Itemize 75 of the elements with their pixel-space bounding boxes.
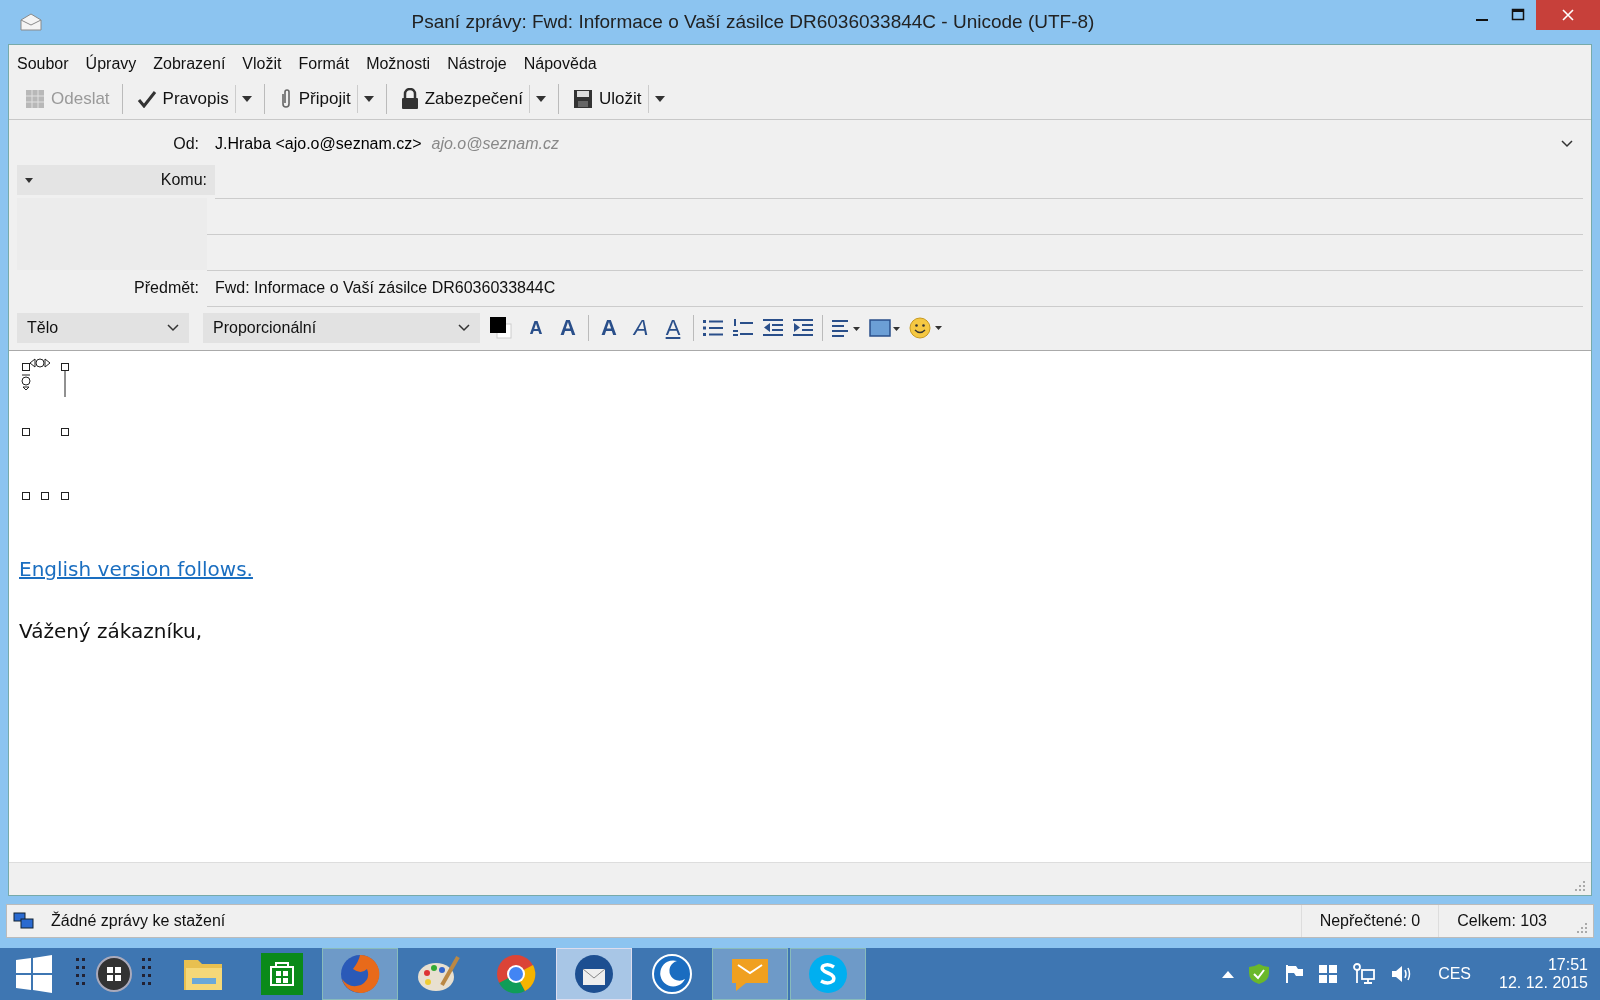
decrease-font-size-button[interactable]: A [524, 317, 548, 339]
envelope-icon [20, 13, 42, 31]
subject-label: Předmět: [134, 279, 199, 297]
subject-field[interactable]: Fwd: Informace o Vaší zásilce DR6036033844C [207, 269, 1583, 307]
chevron-icon [1561, 140, 1573, 148]
clock-time: 17:51 [1547, 956, 1588, 974]
taskbar-button[interactable] [556, 948, 632, 1000]
app-icon [807, 953, 849, 995]
clock-date: 12. 12. 2015 [1499, 974, 1588, 992]
crescent-icon [651, 953, 693, 995]
menu-item[interactable]: Soubor [17, 55, 78, 79]
underline-button[interactable]: A [661, 315, 685, 341]
app-icon [495, 953, 537, 995]
increase-font-size-button[interactable]: A [556, 315, 580, 341]
menu-item[interactable]: Nápověda [523, 55, 606, 79]
status-message: Žádné zprávy ke stažení [51, 912, 227, 930]
image-icon[interactable] [869, 318, 901, 338]
checkmark-icon [136, 90, 157, 108]
chevron-icon [458, 324, 470, 332]
font-dropdown[interactable]: Proporcionální [203, 313, 480, 343]
toolbar-button[interactable]: Připojit [272, 84, 357, 114]
flag-icon[interactable] [1284, 964, 1305, 984]
menu-item[interactable]: Formát [298, 55, 359, 79]
toolbar-button[interactable]: Zabezpečení [394, 84, 529, 114]
toolbar-button[interactable]: Pravopis [130, 85, 235, 113]
network-icon[interactable] [1352, 963, 1377, 985]
resize-grip-icon[interactable] [1577, 923, 1587, 933]
windows-logo-icon[interactable] [14, 954, 54, 994]
close-icon [1561, 8, 1575, 22]
shopping-bag-icon [261, 953, 303, 995]
maximize-icon [1511, 8, 1525, 22]
taskbar-button[interactable] [322, 948, 398, 1000]
menu-item[interactable]: Zobrazení [153, 55, 235, 79]
shield-check-icon[interactable] [1248, 963, 1271, 985]
padlock-icon [400, 88, 419, 110]
recipient-type-button[interactable]: Komu: [17, 165, 215, 195]
caret-icon [25, 177, 33, 183]
english-version-link[interactable]: English version follows. [19, 557, 253, 581]
indent-icon[interactable] [792, 318, 814, 338]
menu-item[interactable]: Úpravy [85, 55, 146, 79]
toolbar-button[interactable]: Uložit [567, 85, 648, 113]
up-arrow-icon[interactable] [1222, 970, 1235, 978]
caret-icon [363, 96, 374, 102]
caret-icon [241, 96, 252, 102]
menu-item[interactable]: Vložit [242, 55, 291, 79]
grid-icon [25, 89, 45, 109]
bullet-list-icon[interactable] [702, 318, 724, 338]
outdent-icon[interactable] [762, 318, 784, 338]
caret-icon [654, 96, 665, 102]
menu-item[interactable]: Nástroje [447, 55, 516, 79]
caret-icon [536, 96, 546, 102]
unread-count: Nepřečtené: 0 [1300, 905, 1439, 937]
chevron-icon [167, 324, 179, 332]
language-indicator[interactable]: CES [1438, 965, 1472, 983]
taskbar-button[interactable] [790, 948, 866, 1000]
message-body[interactable]: English version follows. Vážený zákazníku, [9, 350, 1591, 862]
paragraph-style-dropdown[interactable]: Tělo [17, 313, 189, 343]
app-icon [573, 953, 615, 995]
window-title: Psaní zprávy: Fwd: Informace o Vaší zásilce DR6036033844C - Unicode (UTF-8) [410, 11, 1096, 33]
numbered-list-icon[interactable] [732, 318, 754, 338]
italic-button[interactable]: A [629, 315, 653, 341]
computers-icon [13, 912, 35, 930]
from-label: Od: [173, 135, 199, 153]
bold-button[interactable]: A [597, 315, 621, 341]
smiley-icon[interactable] [909, 317, 943, 339]
menu-item[interactable]: Možnosti [366, 55, 440, 79]
greeting-text: Vážený zákazníku, [19, 619, 203, 643]
from-field[interactable]: J.Hraba <ajo.o@seznam.cz> ajo.o@seznam.cz [207, 135, 1583, 153]
minimize-icon [1476, 19, 1488, 21]
align-icon[interactable] [831, 318, 861, 338]
clock[interactable]: 17:51 12. 12. 2015 [1499, 956, 1588, 992]
resize-grip-icon[interactable] [1575, 881, 1585, 891]
windows-logo-icon[interactable] [1318, 964, 1339, 984]
app-icon [339, 953, 381, 995]
total-count: Celkem: 103 [1438, 905, 1565, 937]
